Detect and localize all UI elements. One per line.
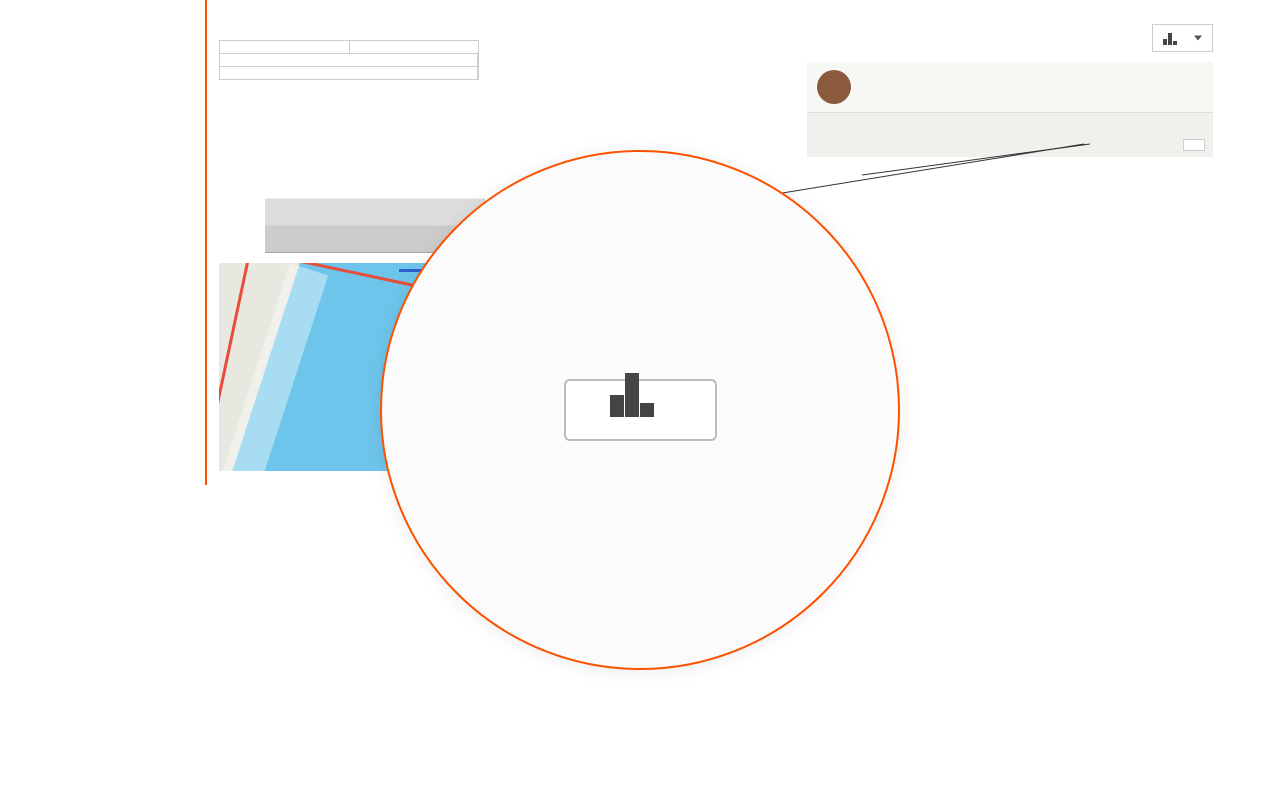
- distance-ruler: [207, 0, 1225, 10]
- view-full-leaderboard-button[interactable]: [1183, 139, 1205, 151]
- stats-head-avg: [594, 26, 685, 32]
- your-pr-row[interactable]: [807, 62, 1213, 113]
- leaderboard-footer: [807, 127, 1213, 157]
- leaderboard-filter-dropdown[interactable]: [1152, 24, 1213, 52]
- lb-head-athlete: [807, 113, 909, 127]
- bar-chart-icon: [1163, 31, 1177, 45]
- analyze-button[interactable]: [220, 41, 350, 54]
- set-goal-button[interactable]: [350, 41, 479, 54]
- stats-head-max: [686, 26, 777, 32]
- effort-summary: [219, 24, 479, 157]
- improve-time-button[interactable]: [220, 67, 478, 79]
- magnified-dropdown: [564, 379, 717, 441]
- avatar: [817, 70, 851, 104]
- leaderboard-panel: [799, 24, 1213, 157]
- compare-button[interactable]: [220, 54, 478, 67]
- lb-head-time: [1010, 113, 1112, 127]
- leaderboard-table: [807, 113, 1213, 127]
- segment-detail: [207, 10, 1225, 157]
- lb-head-date: [909, 113, 1011, 127]
- magnifier-lens: [380, 150, 900, 670]
- stats-table: [499, 24, 779, 157]
- bar-chart-icon: [610, 403, 654, 417]
- effort-actions: [219, 40, 479, 80]
